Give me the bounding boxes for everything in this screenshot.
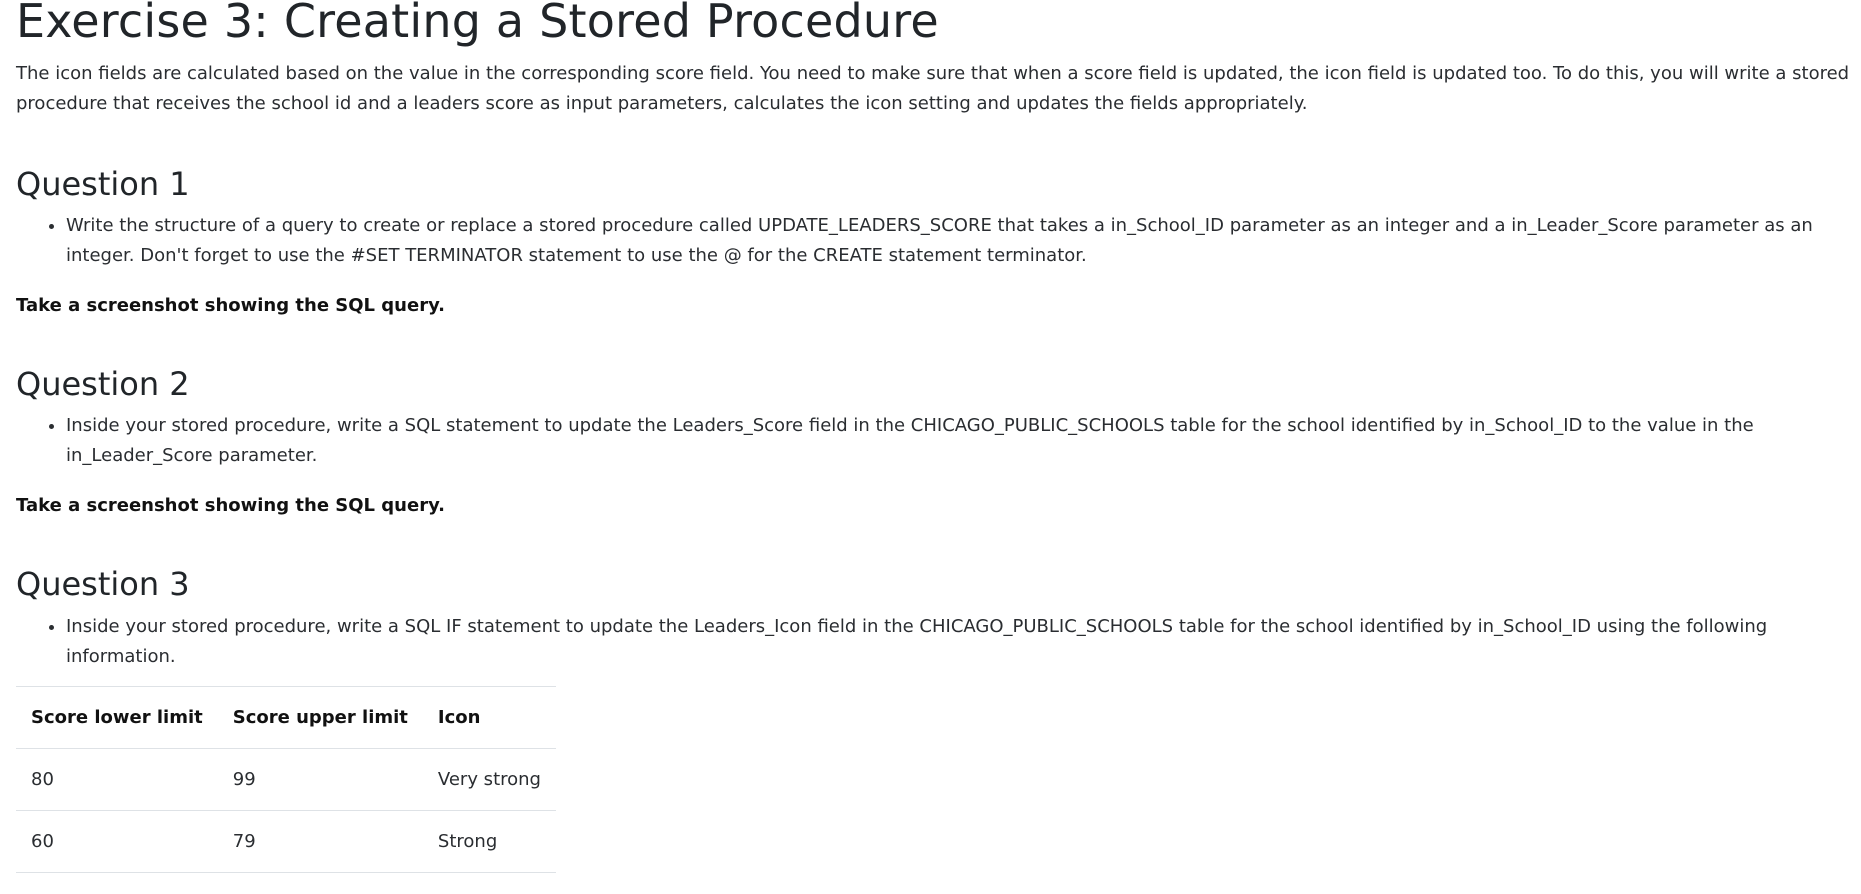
score-icon-table: Score lower limit Score upper limit Icon… [16,685,556,894]
question-2-heading: Question 2 [16,364,190,403]
table-row: 80 99 Very strong [16,747,556,811]
table-cell: 60 [16,809,218,873]
page-title: Exercise 3: Creating a Stored Procedure [16,0,939,48]
question-2-note: Take a screenshot showing the SQL query. [16,495,445,517]
intro-paragraph: The icon fields are calculated based on … [16,62,1850,114]
table-cell: 79 [217,809,423,873]
table-cell: Average [422,871,556,894]
table-header-cell: Score lower limit [16,685,218,749]
question-2-bullet: Inside your stored procedure, write a SQ… [66,411,1853,471]
question-1-list: Write the structure of a query to create… [16,211,1853,271]
table-header-row: Score lower limit Score upper limit Icon [16,685,556,749]
question-1-heading: Question 1 [16,164,190,203]
question-1-note: Take a screenshot showing the SQL query. [16,294,445,316]
table-cell: 59 [217,871,423,894]
table-row: 40 59 Average [16,871,556,894]
table-cell: 80 [16,747,218,811]
table-cell: 99 [217,747,423,811]
table-cell: Strong [422,809,556,873]
table-row: 60 79 Strong [16,809,556,873]
document-page: Exercise 3: Creating a Stored Procedure … [0,0,1861,894]
table-cell: 40 [16,871,218,894]
question-3-heading: Question 3 [16,565,190,604]
question-2-list: Inside your stored procedure, write a SQ… [16,411,1853,471]
question-3-bullet: Inside your stored procedure, write a SQ… [66,612,1853,672]
table-header-cell: Icon [422,685,556,749]
question-1-bullet: Write the structure of a query to create… [66,211,1853,271]
table-header-cell: Score upper limit [217,685,423,749]
question-3-list: Inside your stored procedure, write a SQ… [16,612,1853,672]
table-cell: Very strong [422,747,556,811]
